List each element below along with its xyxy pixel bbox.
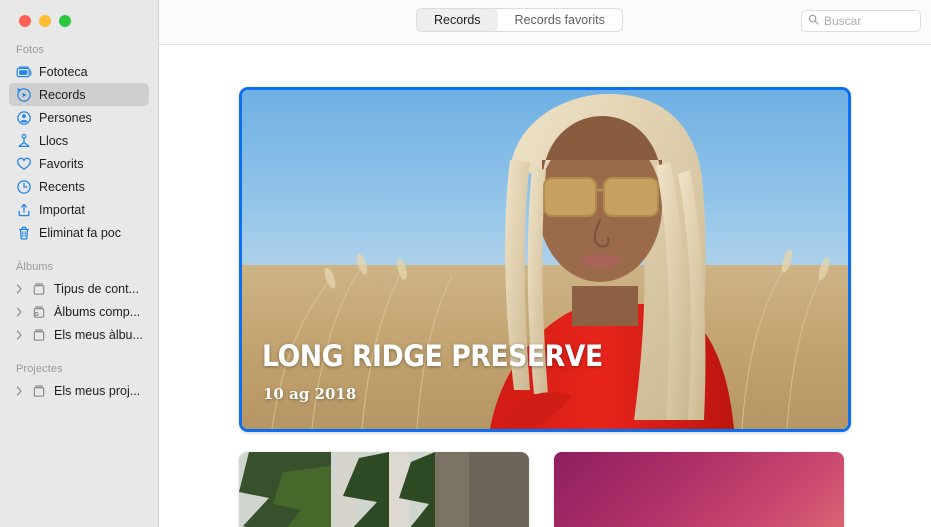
tab-label: Records bbox=[434, 13, 481, 27]
main-area: Records Records favorits Buscar LONG RID… bbox=[159, 0, 931, 527]
search-icon bbox=[808, 12, 819, 30]
photos-app-window: Fotos Fototeca Records Persones Llocs Fa… bbox=[0, 0, 931, 527]
chevron-right-icon[interactable] bbox=[14, 385, 24, 396]
sidebar-item-importat[interactable]: Importat bbox=[9, 198, 149, 221]
search-field[interactable]: Buscar bbox=[801, 10, 921, 32]
window-controls bbox=[0, 0, 158, 38]
tab-label: Records favorits bbox=[514, 13, 605, 27]
sidebar-item-label: Els meus proj... bbox=[54, 383, 141, 398]
sidebar-item-label: Records bbox=[39, 87, 86, 102]
sidebar-section-header-projectes: Projectes bbox=[16, 363, 63, 375]
clock-icon bbox=[16, 179, 32, 195]
sidebar-item-recents[interactable]: Recents bbox=[9, 175, 149, 198]
trash-icon bbox=[16, 225, 32, 241]
sidebar-item-els-meus-albums[interactable]: Els meus àlbu... bbox=[9, 323, 149, 346]
memories-icon bbox=[16, 87, 32, 103]
view-mode-segmented-control[interactable]: Records Records favorits bbox=[416, 8, 623, 32]
shared-album-icon bbox=[31, 304, 47, 320]
chevron-right-icon[interactable] bbox=[14, 329, 24, 340]
person-icon bbox=[16, 110, 32, 126]
memory-card-image bbox=[554, 452, 844, 527]
heart-icon bbox=[16, 156, 32, 172]
memory-photo-illustration bbox=[242, 90, 848, 429]
sidebar-item-label: Els meus àlbu... bbox=[54, 327, 143, 342]
sidebar-item-els-meus-projectes[interactable]: Els meus proj... bbox=[9, 379, 149, 402]
sidebar-item-label: Tipus de cont... bbox=[54, 281, 139, 296]
map-pin-icon bbox=[16, 133, 32, 149]
maximize-window-button[interactable] bbox=[59, 15, 71, 27]
sidebar-item-label: Importat bbox=[39, 202, 85, 217]
sidebar-item-label: Favorits bbox=[39, 156, 84, 171]
album-icon bbox=[31, 281, 47, 297]
sidebar-item-tipus-de-contingut[interactable]: Tipus de cont... bbox=[9, 277, 149, 300]
sidebar-item-label: Eliminat fa poc bbox=[39, 225, 121, 240]
sidebar-item-eliminat-fa-poc[interactable]: Eliminat fa poc bbox=[9, 221, 149, 244]
chevron-right-icon[interactable] bbox=[14, 306, 24, 317]
forest-illustration bbox=[239, 452, 529, 527]
album-icon bbox=[31, 383, 47, 399]
chevron-right-icon[interactable] bbox=[14, 283, 24, 294]
album-icon bbox=[31, 327, 47, 343]
memory-card-image: LONG RIDGE PRESERVE 10 ag 2018 bbox=[242, 90, 848, 429]
tab-records[interactable]: Records bbox=[417, 9, 498, 31]
pink-illustration bbox=[554, 452, 844, 527]
sidebar-section-header-albums: Àlbums bbox=[16, 261, 54, 273]
sidebar-item-albums-compartits[interactable]: Àlbums comp... bbox=[9, 300, 149, 323]
close-window-button[interactable] bbox=[19, 15, 31, 27]
minimize-window-button[interactable] bbox=[39, 15, 51, 27]
sidebar-item-label: Llocs bbox=[39, 133, 69, 148]
toolbar: Records Records favorits Buscar bbox=[159, 0, 931, 45]
import-icon bbox=[16, 202, 32, 218]
memory-date: 10 ag 2018 bbox=[263, 385, 357, 403]
sidebar-item-persones[interactable]: Persones bbox=[9, 106, 149, 129]
sidebar-item-llocs[interactable]: Llocs bbox=[9, 129, 149, 152]
memory-card-long-ridge-preserve[interactable]: LONG RIDGE PRESERVE 10 ag 2018 bbox=[239, 87, 851, 432]
memory-title: LONG RIDGE PRESERVE bbox=[262, 339, 603, 373]
memory-card-forest[interactable] bbox=[239, 452, 529, 527]
tab-records-favorits[interactable]: Records favorits bbox=[498, 9, 622, 31]
sidebar-item-label: Fototeca bbox=[39, 64, 88, 79]
sidebar: Fotos Fototeca Records Persones Llocs Fa… bbox=[0, 0, 159, 527]
sidebar-section-header-fotos: Fotos bbox=[16, 44, 45, 56]
memory-card-image bbox=[239, 452, 529, 527]
sidebar-item-label: Recents bbox=[39, 179, 85, 194]
sidebar-item-records[interactable]: Records bbox=[9, 83, 149, 106]
memories-grid[interactable]: LONG RIDGE PRESERVE 10 ag 2018 bbox=[159, 45, 931, 527]
sidebar-item-fototeca[interactable]: Fototeca bbox=[9, 60, 149, 83]
search-input[interactable]: Buscar bbox=[824, 14, 861, 28]
memory-card-pink[interactable] bbox=[554, 452, 844, 527]
sidebar-item-label: Persones bbox=[39, 110, 92, 125]
photo-library-icon bbox=[16, 64, 32, 80]
sidebar-item-label: Àlbums comp... bbox=[54, 304, 141, 319]
sidebar-item-favorits[interactable]: Favorits bbox=[9, 152, 149, 175]
